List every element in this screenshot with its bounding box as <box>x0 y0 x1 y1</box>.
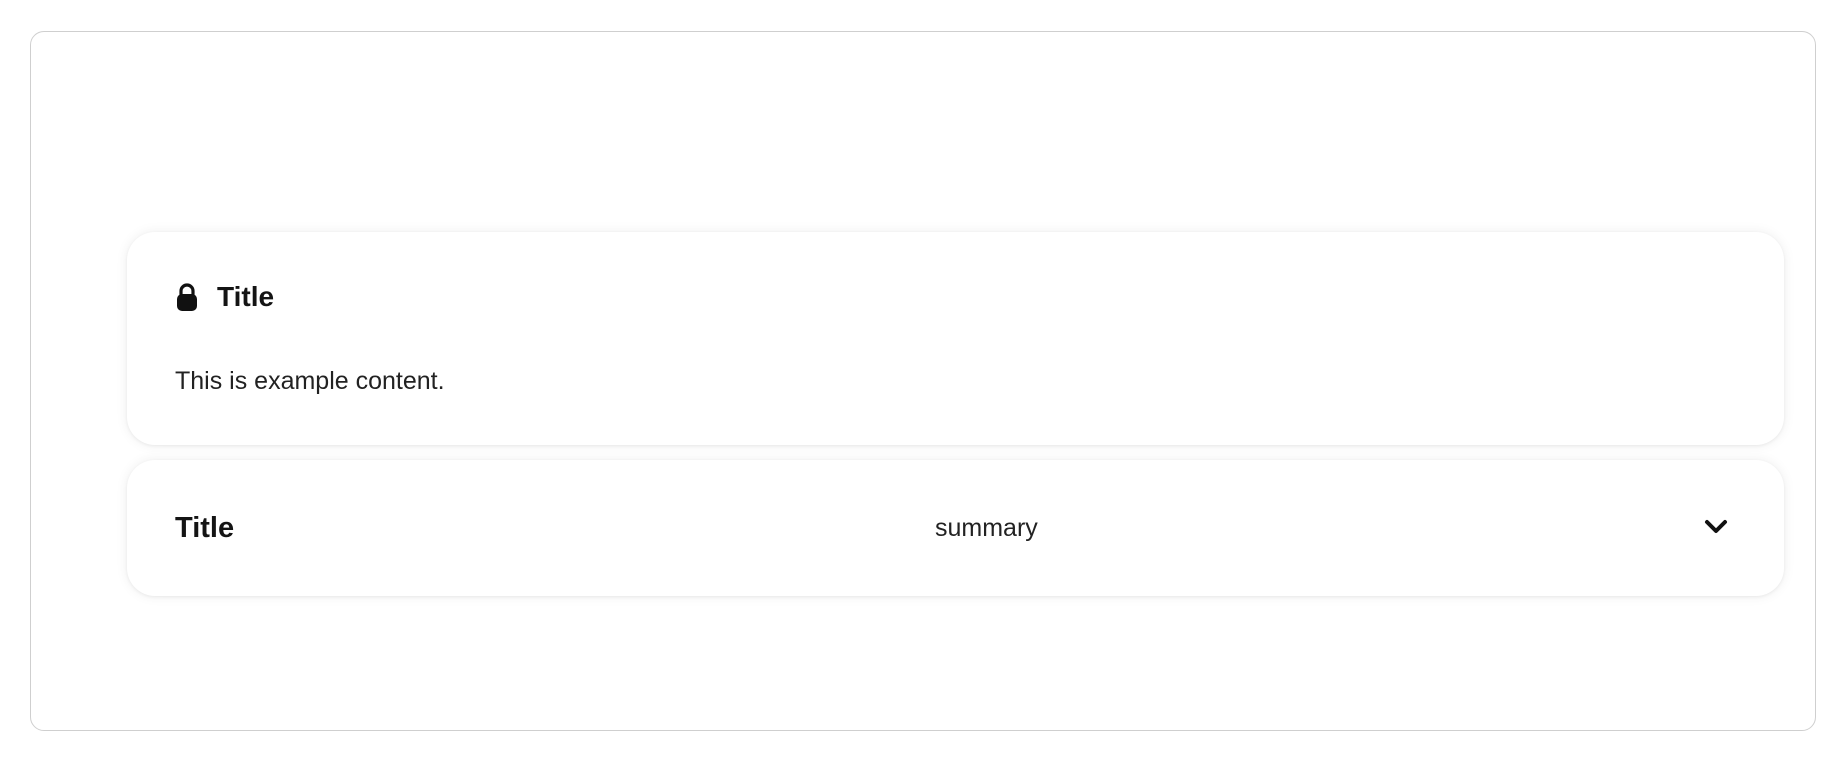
collapsed-card-summary: summary <box>935 514 1038 542</box>
expand-toggle-button[interactable] <box>1696 504 1736 548</box>
expanded-card: Title This is example content. <box>127 232 1784 445</box>
lock-icon <box>175 282 199 312</box>
card-title: Title <box>217 281 275 312</box>
collapsed-card-title: Title <box>175 512 235 544</box>
card-content: This is example content. <box>175 367 445 395</box>
card-header: Title <box>175 280 274 314</box>
chevron-down-icon <box>1705 520 1727 533</box>
preview-frame: Title This is example content. Title sum… <box>30 31 1816 731</box>
collapsed-card[interactable]: Title summary <box>127 460 1784 596</box>
